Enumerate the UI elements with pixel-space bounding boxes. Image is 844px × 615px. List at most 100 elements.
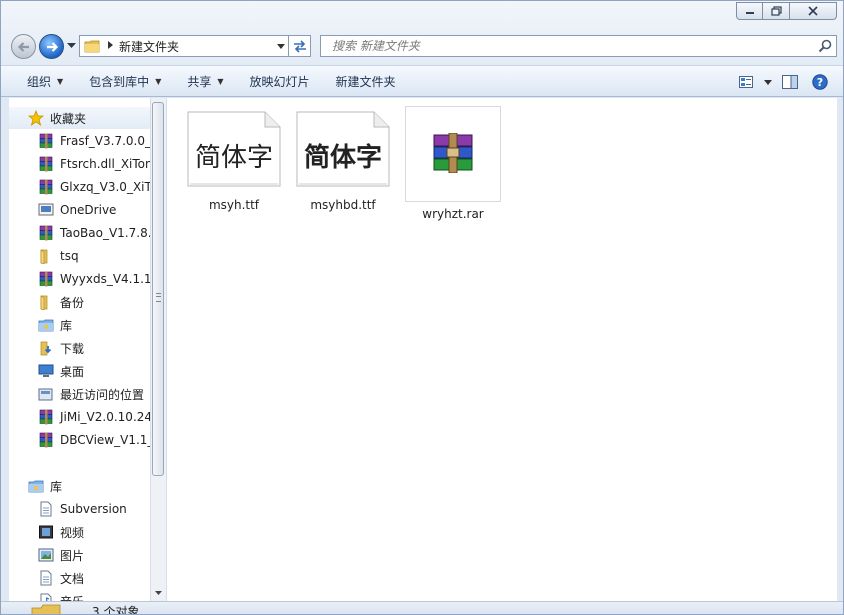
- winrar-icon: [38, 432, 54, 448]
- nav-library-item-label: 文档: [60, 571, 85, 586]
- include-in-library-label: 包含到库中: [89, 74, 150, 89]
- nav-favorite-item-label: DBCView_V1.1_: [60, 433, 154, 447]
- nav-libraries-header[interactable]: 库: [9, 475, 150, 497]
- organize-label: 组织: [27, 74, 52, 89]
- nav-favorite-item[interactable]: Glxzq_V3.0_XiTo: [9, 176, 166, 198]
- nav-library-item[interactable]: 图片: [9, 544, 166, 566]
- refresh-icon: [293, 40, 306, 53]
- status-bar: 3 个对象: [1, 601, 843, 614]
- file-name: msyhbd.ttf: [310, 198, 376, 212]
- nav-favorite-item[interactable]: Frasf_V3.7.0.0_X: [9, 130, 166, 152]
- folder-icon: [84, 40, 100, 53]
- file-thumbnail: 简体字: [187, 111, 281, 187]
- slideshow-button[interactable]: 放映幻灯片: [237, 69, 323, 93]
- command-bar: 组织 ▼ 包含到库中 ▼ 共享 ▼ 放映幻灯片 新建文件夹 ?: [1, 65, 843, 97]
- nav-favorite-item[interactable]: 库: [9, 314, 166, 336]
- scroll-thumb[interactable]: [152, 102, 164, 476]
- winrar-icon: [38, 179, 54, 195]
- explorer-window: 新建文件夹 组织 ▼ 包含到库中 ▼ 共享 ▼: [0, 0, 844, 615]
- recent-places-icon: [38, 386, 54, 402]
- nav-favorite-item-label: Glxzq_V3.0_XiTo: [60, 180, 158, 194]
- nav-library-item-label: 视频: [60, 525, 85, 540]
- nav-favorite-item[interactable]: Wyyxds_V4.1.1.: [9, 268, 166, 290]
- search-icon[interactable]: [814, 39, 836, 53]
- chevron-down-icon: [155, 591, 162, 595]
- restore-icon: [770, 6, 782, 16]
- navigation-pane-scrollbar[interactable]: [150, 98, 166, 601]
- recent-pages-dropdown[interactable]: [67, 42, 76, 52]
- nav-favorite-item-label: Ftsrch.dll_XiTon: [60, 157, 153, 171]
- nav-favorite-item[interactable]: TaoBao_V1.7.8.: [9, 222, 166, 244]
- nav-library-item[interactable]: Subversion: [9, 498, 166, 520]
- font-preview-text: 简体字: [194, 143, 273, 173]
- breadcrumb-separator-icon[interactable]: [108, 41, 113, 51]
- folder-icon: [31, 604, 61, 614]
- nav-favorite-item[interactable]: 最近访问的位置: [9, 383, 166, 405]
- address-bar[interactable]: 新建文件夹: [79, 35, 289, 57]
- svg-text:?: ?: [817, 76, 823, 89]
- search-box[interactable]: [320, 35, 837, 57]
- nav-favorite-item-label: TaoBao_V1.7.8.: [60, 226, 152, 240]
- video-library-icon: [38, 524, 54, 540]
- file-name: wryhzt.rar: [422, 207, 484, 221]
- file-thumbnail: 简体字: [296, 111, 390, 187]
- nav-favorite-item[interactable]: tsq: [9, 245, 166, 267]
- share-button[interactable]: 共享 ▼: [174, 69, 236, 93]
- preview-pane-button[interactable]: [775, 70, 805, 94]
- file-list-view[interactable]: 简体字 msyh.ttf 简体字 msyhbd.ttf wryhzt.rar: [167, 98, 837, 601]
- nav-library-item-label: 音乐: [60, 593, 84, 602]
- nav-favorite-item[interactable]: 桌面: [9, 360, 166, 382]
- nav-favorite-item[interactable]: Ftsrch.dll_XiTon: [9, 153, 166, 175]
- view-controls: ?: [731, 70, 835, 94]
- onedrive-icon: [38, 202, 54, 218]
- nav-library-item[interactable]: 视频: [9, 521, 166, 543]
- nav-favorite-item[interactable]: 下载: [9, 337, 166, 359]
- view-options-dropdown[interactable]: [761, 70, 775, 94]
- nav-favorite-item-label: 库: [60, 318, 73, 333]
- address-dropdown[interactable]: [274, 42, 288, 51]
- file-name: msyh.ttf: [208, 198, 260, 212]
- winrar-icon: [38, 156, 54, 172]
- nav-favorite-item[interactable]: JiMi_V2.0.10.24_: [9, 406, 166, 428]
- winrar-archive-icon: [433, 133, 473, 173]
- winrar-icon: [38, 409, 54, 425]
- back-button[interactable]: [11, 34, 36, 59]
- maximize-button[interactable]: [763, 2, 790, 20]
- preview-pane-icon: [782, 75, 798, 89]
- file-item-msyh[interactable]: 简体字 msyh.ttf: [186, 111, 282, 212]
- nav-favorite-item[interactable]: OneDrive: [9, 199, 166, 221]
- nav-libraries-label: 库: [50, 479, 63, 494]
- change-view-button[interactable]: [731, 70, 761, 94]
- nav-favorite-item-label: 备份: [60, 295, 85, 310]
- chevron-down-icon: ▼: [217, 76, 224, 86]
- nav-favorites-header[interactable]: 收藏夹: [9, 107, 150, 129]
- nav-library-item[interactable]: 文档: [9, 567, 166, 589]
- font-preview-text: 简体字: [303, 143, 382, 173]
- nav-favorite-item[interactable]: DBCView_V1.1_: [9, 429, 166, 451]
- close-button[interactable]: [790, 2, 837, 20]
- address-path[interactable]: 新建文件夹: [119, 38, 274, 55]
- nav-favorite-item-label: 下载: [60, 341, 85, 356]
- chevron-down-icon: [67, 43, 76, 48]
- nav-library-item[interactable]: 音乐: [9, 590, 166, 602]
- search-input[interactable]: [330, 38, 814, 54]
- chevron-down-icon: [277, 43, 285, 49]
- help-button[interactable]: ?: [805, 70, 835, 94]
- organize-button[interactable]: 组织 ▼: [14, 69, 76, 93]
- document-library-icon: [38, 570, 54, 586]
- new-folder-button[interactable]: 新建文件夹: [323, 69, 409, 93]
- slideshow-label: 放映幻灯片: [249, 74, 310, 89]
- minimize-button[interactable]: [736, 2, 763, 20]
- nav-favorite-item[interactable]: 备份: [9, 291, 166, 313]
- nav-favorite-item-label: 桌面: [60, 364, 85, 379]
- arrow-left-icon: [17, 41, 29, 52]
- document-library-icon: [38, 501, 54, 517]
- navigation-pane: 收藏夹 Frasf_V3.7.0.0_X Ftsrch.dll_XiTon Glxz…: [9, 98, 167, 601]
- refresh-button[interactable]: [289, 35, 311, 57]
- file-item-msyhbd[interactable]: 简体字 msyhbd.ttf: [295, 111, 391, 212]
- folder-icon: [38, 248, 54, 264]
- forward-button[interactable]: [39, 34, 64, 59]
- include-in-library-button[interactable]: 包含到库中 ▼: [76, 69, 174, 93]
- file-item-wryhzt[interactable]: wryhzt.rar: [405, 106, 501, 221]
- scroll-down-button[interactable]: [151, 585, 166, 601]
